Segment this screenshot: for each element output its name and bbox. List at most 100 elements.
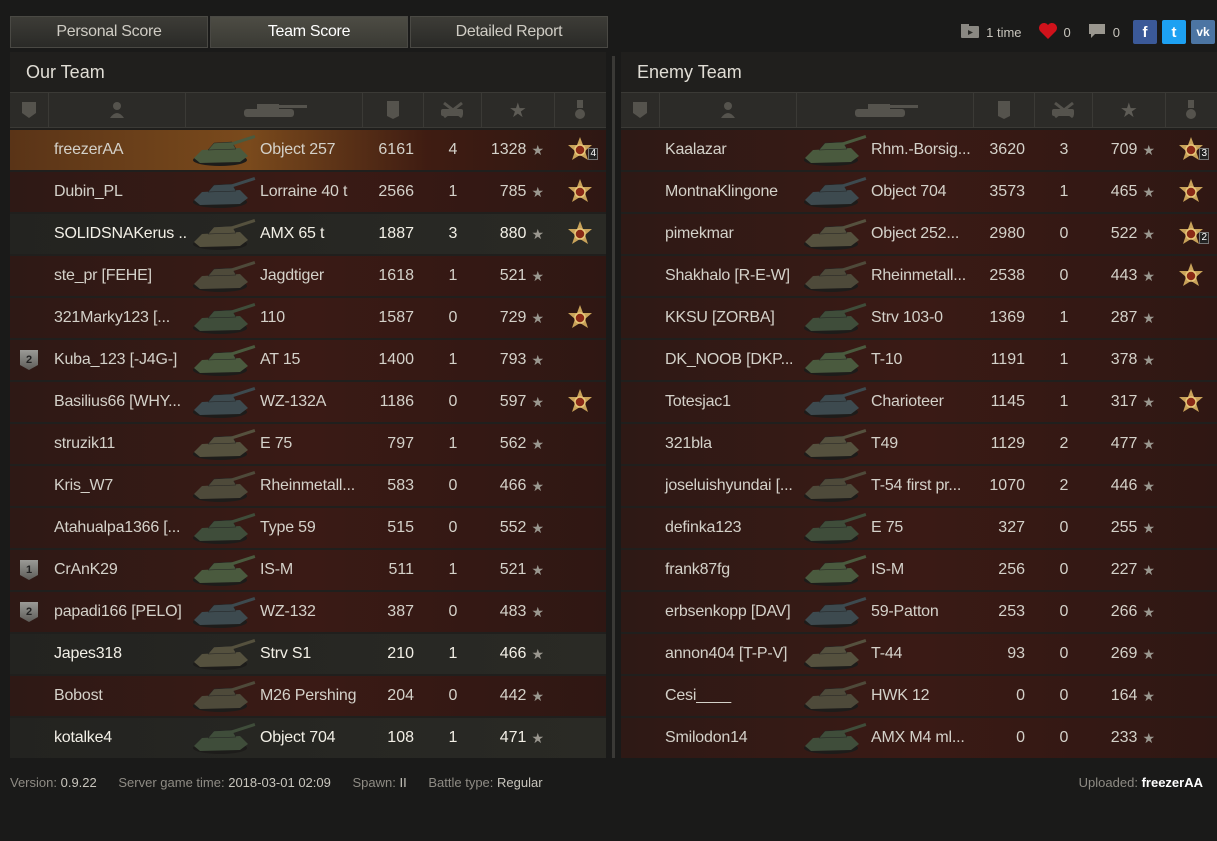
player-row[interactable]: Kaalazar Rhm.-Borsig... 3620 3 709 ★ 3 (621, 130, 1217, 170)
xp-column-icon[interactable] (363, 93, 424, 127)
player-name[interactable]: ste_pr [FEHE] (48, 256, 186, 296)
player-row[interactable]: freezerAA Object 257 6161 4 1328 ★ 4 (10, 130, 606, 170)
player-row[interactable]: 321bla T49 1129 2 477 ★ (621, 424, 1217, 464)
player-row[interactable]: annon404 [T-P-V] T-44 93 0 269 ★ (621, 634, 1217, 674)
player-name[interactable]: papadi166 [PELO] (48, 592, 186, 632)
player-name[interactable]: freezerAA (48, 130, 186, 170)
player-name[interactable]: Bobost (48, 676, 186, 716)
xp-value: 0 (1016, 729, 1025, 746)
player-row[interactable]: struzik11 E 75 797 1 562 ★ (10, 424, 606, 464)
tank-name: AMX 65 t (260, 225, 325, 242)
player-name[interactable]: Kris_W7 (48, 466, 186, 506)
player-row[interactable]: Dubin_PL Lorraine 40 t 2566 1 785 ★ (10, 172, 606, 212)
tab-personal-score[interactable]: Personal Score (10, 16, 208, 48)
player-row[interactable]: Shakhalo [R-E-W] Rheinmetall... 2538 0 443 ★ (621, 256, 1217, 296)
player-name[interactable]: Dubin_PL (48, 172, 186, 212)
player-name[interactable]: definka123 (659, 508, 797, 548)
player-name[interactable]: DK_NOOB [DKP... (659, 340, 797, 380)
heart-icon[interactable] (1038, 22, 1058, 43)
player-row[interactable]: 2 Kuba_123 [-J4G-] AT 15 1400 1 793 ★ (10, 340, 606, 380)
player-name[interactable]: Smilodon14 (659, 718, 797, 758)
player-name[interactable]: Shakhalo [R-E-W] (659, 256, 797, 296)
player-name[interactable]: kotalke4 (48, 718, 186, 758)
player-name[interactable]: joseluishyundai [... (659, 466, 797, 506)
tab-detailed-report[interactable]: Detailed Report (410, 16, 608, 48)
player-name[interactable]: Atahualpa1366 [... (48, 508, 186, 548)
damage-column-icon[interactable]: ★ (1093, 93, 1166, 127)
player-row[interactable]: frank87fg IS-M 256 0 227 ★ (621, 550, 1217, 590)
player-name[interactable]: struzik11 (48, 424, 186, 464)
player-name[interactable]: frank87fg (659, 550, 797, 590)
tank-column-icon[interactable] (186, 93, 364, 127)
player-name[interactable]: KKSU [ZORBA] (659, 298, 797, 338)
player-name[interactable]: Basilius66 [WHY... (48, 382, 186, 422)
player-row[interactable]: 2 papadi166 [PELO] WZ-132 387 0 483 ★ (10, 592, 606, 632)
ace-medal-icon[interactable] (1177, 178, 1205, 206)
player-row[interactable]: joseluishyundai [... T-54 first pr... 1070… (621, 466, 1217, 506)
player-row[interactable]: Basilius66 [WHY... WZ-132A 1186 0 597 ★ (10, 382, 606, 422)
damage-value: 597 (499, 393, 527, 410)
player-row[interactable]: ste_pr [FEHE] Jagdtiger 1618 1 521 ★ (10, 256, 606, 296)
player-name[interactable]: erbsenkopp [DAV] (659, 592, 797, 632)
twitter-icon[interactable]: t (1162, 20, 1186, 44)
ace-medal-icon[interactable] (566, 178, 594, 206)
views-icon (960, 23, 980, 42)
kills-value: 3 (448, 225, 458, 242)
tab-team-score[interactable]: Team Score (210, 16, 408, 48)
medal-cell (554, 718, 606, 758)
ace-medal-icon[interactable] (566, 388, 594, 416)
player-row[interactable]: MontnaKlingone Object 704 3573 1 465 ★ (621, 172, 1217, 212)
player-name[interactable]: pimekmar (659, 214, 797, 254)
ace-medal-icon[interactable] (1177, 388, 1205, 416)
player-name[interactable]: CrAnK29 (48, 550, 186, 590)
player-row[interactable]: pimekmar Object 252... 2980 0 522 ★ 2 (621, 214, 1217, 254)
player-row[interactable]: Kris_W7 Rheinmetall... 583 0 466 ★ (10, 466, 606, 506)
xp-column-icon[interactable] (974, 93, 1035, 127)
player-name[interactable]: MontnaKlingone (659, 172, 797, 212)
player-name[interactable]: 321Marky123 [... (48, 298, 186, 338)
tank-cell: Jagdtiger (186, 256, 364, 296)
ace-medal-icon[interactable] (566, 304, 594, 332)
player-name[interactable]: 321bla (659, 424, 797, 464)
vk-icon[interactable]: vk (1191, 20, 1215, 44)
player-row[interactable]: Bobost M26 Pershing 204 0 442 ★ (10, 676, 606, 716)
player-row[interactable]: Cesi____ HWK 12 0 0 164 ★ (621, 676, 1217, 716)
xp-value: 1129 (990, 435, 1025, 452)
badge-column-icon[interactable] (10, 93, 49, 127)
player-row[interactable]: kotalke4 Object 704 108 1 471 ★ (10, 718, 606, 758)
medal-column-icon[interactable] (555, 93, 606, 127)
player-row[interactable]: DK_NOOB [DKP... T-10 1191 1 378 ★ (621, 340, 1217, 380)
player-name[interactable]: Japes318 (48, 634, 186, 674)
player-name[interactable]: Kuba_123 [-J4G-] (48, 340, 186, 380)
player-column-icon[interactable] (49, 93, 187, 127)
player-row[interactable]: 1 CrAnK29 IS-M 511 1 521 ★ (10, 550, 606, 590)
ace-medal-icon[interactable] (566, 220, 594, 248)
tank-name: E 75 (871, 519, 904, 536)
player-column-icon[interactable] (660, 93, 798, 127)
badge-column-icon[interactable] (621, 93, 660, 127)
player-row[interactable]: 321Marky123 [... 110 1587 0 729 ★ (10, 298, 606, 338)
star-icon: ★ (531, 225, 544, 242)
player-name[interactable]: Kaalazar (659, 130, 797, 170)
player-name[interactable]: Totesjac1 (659, 382, 797, 422)
uploaded-by[interactable]: freezerAA (1142, 775, 1203, 790)
damage-column-icon[interactable]: ★ (482, 93, 555, 127)
medal-column-icon[interactable] (1166, 93, 1217, 127)
player-name[interactable]: SOLIDSNAKerus ... (48, 214, 186, 254)
ace-medal-icon[interactable] (1177, 262, 1205, 290)
player-row[interactable]: definka123 E 75 327 0 255 ★ (621, 508, 1217, 548)
player-row[interactable]: Atahualpa1366 [... Type 59 515 0 552 ★ (10, 508, 606, 548)
kills-column-icon[interactable] (1035, 93, 1094, 127)
player-row[interactable]: Japes318 Strv S1 210 1 466 ★ (10, 634, 606, 674)
comment-icon[interactable] (1087, 22, 1107, 43)
player-name[interactable]: annon404 [T-P-V] (659, 634, 797, 674)
player-name[interactable]: Cesi____ (659, 676, 797, 716)
player-row[interactable]: Totesjac1 Charioteer 1145 1 317 ★ (621, 382, 1217, 422)
player-row[interactable]: erbsenkopp [DAV] 59-Patton 253 0 266 ★ (621, 592, 1217, 632)
player-row[interactable]: KKSU [ZORBA] Strv 103-0 1369 1 287 ★ (621, 298, 1217, 338)
facebook-icon[interactable]: f (1133, 20, 1157, 44)
kills-column-icon[interactable] (424, 93, 483, 127)
player-row[interactable]: SOLIDSNAKerus ... AMX 65 t 1887 3 880 ★ (10, 214, 606, 254)
player-row[interactable]: Smilodon14 AMX M4 ml... 0 0 233 ★ (621, 718, 1217, 758)
tank-column-icon[interactable] (797, 93, 975, 127)
